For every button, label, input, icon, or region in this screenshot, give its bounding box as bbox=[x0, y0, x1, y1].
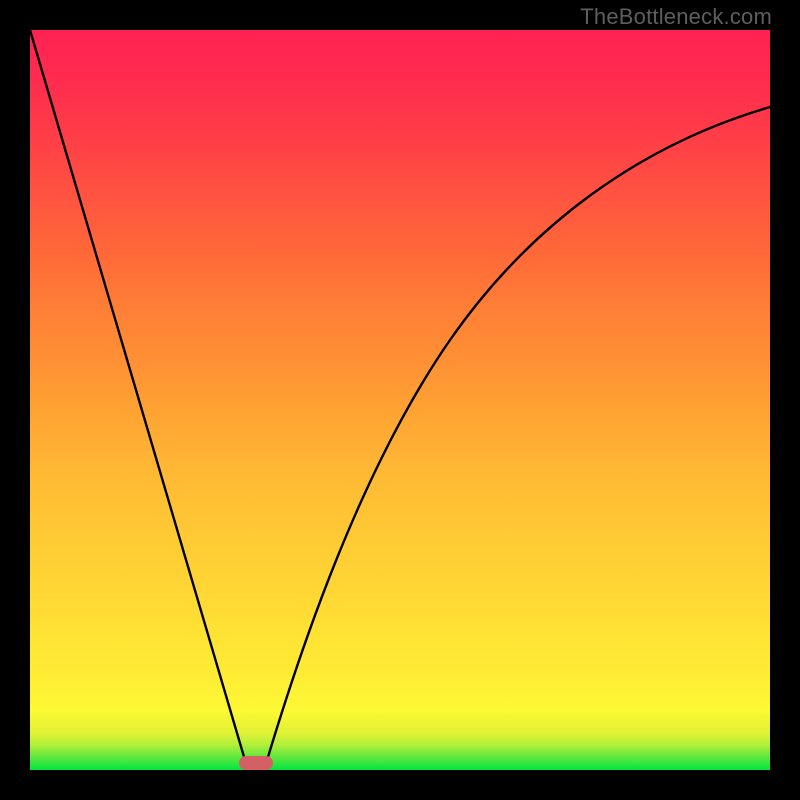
curve-left-segment bbox=[30, 30, 247, 767]
optimal-marker bbox=[239, 756, 273, 770]
chart-plot-area bbox=[30, 30, 770, 770]
chart-frame: TheBottleneck.com bbox=[0, 0, 800, 800]
watermark-text: TheBottleneck.com bbox=[580, 4, 772, 30]
bottleneck-curve bbox=[30, 30, 770, 770]
curve-right-segment bbox=[265, 107, 770, 767]
